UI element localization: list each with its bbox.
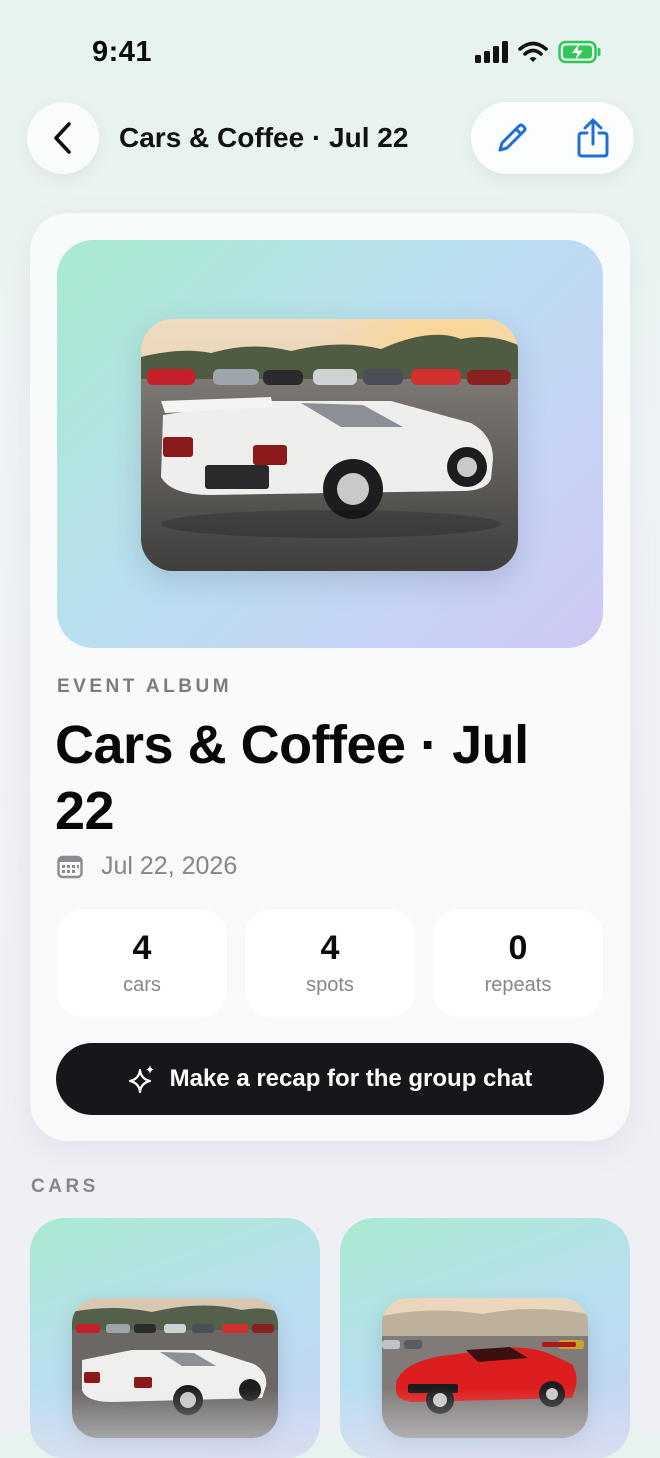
chevron-left-icon (54, 122, 71, 154)
pencil-icon (498, 123, 527, 152)
stat-label: repeats (484, 974, 552, 996)
share-button[interactable] (563, 108, 623, 168)
cover-photo (141, 319, 518, 571)
calendar-icon (57, 855, 83, 878)
status-time: 9:41 (92, 36, 153, 68)
stat-value: 0 (508, 929, 528, 967)
back-button[interactable] (27, 102, 99, 174)
cellular-signal-icon (475, 41, 508, 63)
nav-actions-group (471, 102, 634, 174)
stat-cars: 4 cars (57, 909, 227, 1017)
cars-section-label: CARS (31, 1176, 99, 1197)
album-cover[interactable] (57, 240, 603, 648)
stat-label: spots (306, 974, 354, 996)
stat-value: 4 (132, 929, 152, 967)
wifi-icon (518, 41, 548, 62)
share-icon (577, 118, 609, 158)
battery-charging-icon (558, 40, 601, 64)
tile-fade (340, 1388, 630, 1458)
stat-repeats: 0 repeats (433, 909, 603, 1017)
make-recap-label: Make a recap for the group chat (169, 1065, 533, 1092)
album-date-row: Jul 22, 2026 (57, 852, 237, 881)
stat-spots: 4 spots (245, 909, 415, 1017)
sparkles-icon (128, 1065, 154, 1094)
stat-value: 4 (320, 929, 340, 967)
status-icons (474, 40, 602, 64)
make-recap-button[interactable]: Make a recap for the group chat (56, 1043, 604, 1115)
album-title: Cars & Coffee · Jul 22 (55, 715, 529, 841)
nav-title: Cars & Coffee · Jul 22 (119, 122, 409, 153)
car-tile[interactable] (340, 1218, 630, 1458)
tile-fade (30, 1388, 320, 1458)
edit-button[interactable] (482, 108, 542, 168)
album-date: Jul 22, 2026 (101, 852, 238, 880)
car-tile[interactable] (30, 1218, 320, 1458)
album-eyebrow: EVENT ALBUM (57, 676, 233, 697)
stat-label: cars (123, 974, 161, 996)
